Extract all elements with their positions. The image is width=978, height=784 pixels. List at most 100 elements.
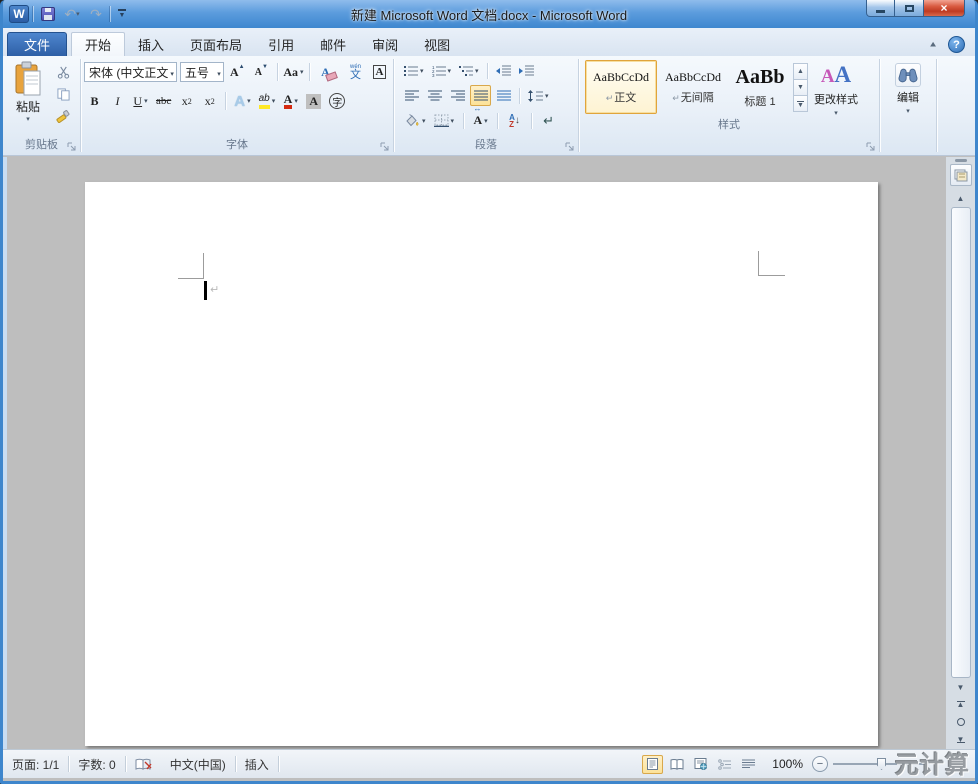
tab-file[interactable]: 文件 (7, 32, 68, 56)
line-spacing-button[interactable] (525, 85, 552, 106)
clear-formatting-icon: A (321, 64, 330, 79)
character-shading-icon: A (306, 93, 322, 109)
paragraph-dialog-launcher[interactable] (565, 142, 575, 152)
bullets-button[interactable] (401, 60, 427, 81)
subscript-button[interactable]: x2 (176, 91, 197, 112)
tab-references[interactable]: 引用 (255, 32, 307, 56)
minimize-icon (876, 9, 885, 13)
separator (309, 63, 311, 81)
sort-button[interactable]: AZ ↓ (504, 110, 525, 131)
gallery-down-button[interactable]: ▼ (793, 79, 808, 96)
help-button[interactable]: ? (948, 36, 965, 53)
format-painter-button[interactable] (52, 106, 74, 126)
change-case-icon: Aa (283, 64, 298, 79)
scrollbar-thumb[interactable] (950, 207, 971, 678)
style-name: ↵正文 (605, 91, 637, 104)
tab-mailings[interactable]: 邮件 (307, 32, 359, 56)
shrink-font-button[interactable]: A ▼ (251, 62, 272, 83)
select-browse-object-button[interactable] (950, 713, 972, 731)
tab-page-layout[interactable]: 页面布局 (177, 32, 255, 56)
view-print-layout-button[interactable] (642, 754, 664, 774)
editing-button[interactable]: 编辑 ▾ (883, 59, 933, 137)
align-center-icon (427, 90, 442, 101)
asian-layout-button[interactable]: A (470, 104, 491, 131)
font-size-combo[interactable]: 五号 (179, 62, 224, 82)
font-dialog-launcher[interactable] (380, 142, 390, 152)
watermark: 元计算 (895, 752, 970, 779)
align-right-button[interactable] (447, 85, 468, 106)
proofing-status[interactable] (126, 750, 161, 778)
style-heading1[interactable]: AaBb 标题 1 (729, 60, 791, 114)
ruler-toggle-button[interactable] (949, 164, 972, 186)
maximize-button[interactable] (895, 0, 923, 17)
multilevel-list-button[interactable] (456, 60, 482, 81)
show-marks-button[interactable]: ↵ (538, 110, 559, 131)
italic-button[interactable]: I (107, 91, 128, 112)
zoom-out-button[interactable]: − (812, 756, 828, 772)
tab-review[interactable]: 审阅 (359, 32, 411, 56)
scroll-down-button[interactable]: ▼ (950, 679, 972, 695)
previous-page-button[interactable]: ▲ (950, 695, 972, 713)
tab-view[interactable]: 视图 (411, 32, 463, 56)
character-border-button[interactable]: A (369, 62, 390, 83)
split-handle[interactable] (954, 159, 967, 162)
highlight-button[interactable]: ab (256, 91, 279, 112)
decrease-indent-button[interactable] (493, 60, 514, 81)
underline-button[interactable]: U (130, 91, 151, 112)
tab-home[interactable]: 开始 (71, 32, 126, 56)
superscript-button[interactable]: x2 (199, 91, 220, 112)
insert-mode[interactable]: 插入 (236, 750, 278, 778)
scroll-up-button[interactable]: ▲ (950, 190, 972, 206)
copy-button[interactable] (52, 84, 74, 104)
style-no-spacing[interactable]: AaBbCcDd ↵无间隔 (657, 60, 729, 114)
zoom-slider-handle[interactable] (877, 758, 886, 770)
view-draft-button[interactable] (738, 755, 759, 774)
strikethrough-button[interactable]: abc (153, 91, 174, 112)
increase-indent-button[interactable] (516, 60, 537, 81)
change-styles-button[interactable]: AA 更改样式 ▾ (810, 60, 862, 117)
shading-button[interactable] (401, 110, 429, 131)
phonetic-guide-button[interactable]: wén 文 (345, 62, 366, 83)
font-color-button[interactable]: A (280, 91, 301, 112)
zoom-level[interactable]: 100% (772, 757, 803, 771)
distribute-button[interactable] (493, 85, 514, 106)
borders-button[interactable] (431, 110, 458, 131)
enclose-characters-icon: 字 (329, 93, 346, 109)
language-status[interactable]: 中文(中国) (161, 750, 235, 778)
separator (519, 87, 520, 104)
window-title: 新建 Microsoft Word 文档.docx - Microsoft Wo… (350, 8, 628, 23)
bold-button[interactable]: B (84, 91, 105, 112)
gallery-up-button[interactable]: ▲ (793, 63, 808, 80)
print-layout-icon (647, 758, 659, 770)
document-page[interactable]: ↵ (85, 182, 878, 746)
view-web-layout-button[interactable] (690, 755, 711, 774)
cut-button[interactable] (52, 62, 74, 82)
text-effects-button[interactable]: A (231, 91, 253, 112)
clipboard-dialog-launcher[interactable] (67, 142, 77, 152)
align-left-button[interactable] (401, 85, 422, 106)
collapse-ribbon-icon[interactable]: ▲ (928, 40, 938, 49)
word-count[interactable]: 字数: 0 (69, 750, 124, 778)
numbering-button[interactable]: 123 (429, 60, 455, 81)
close-button[interactable]: × (923, 0, 965, 17)
styles-group: AaBbCcDd ↵正文 AaBbCcDd ↵无间隔 AaBb 标题 1 ▲ ▼… (579, 56, 879, 155)
minimize-button[interactable] (866, 0, 895, 17)
view-outline-button[interactable] (714, 755, 735, 774)
tab-insert[interactable]: 插入 (125, 32, 177, 56)
gallery-more-button[interactable]: ▼ (793, 95, 808, 112)
paint-bucket-icon (406, 114, 419, 127)
clear-formatting-button[interactable]: A (315, 62, 336, 83)
change-case-button[interactable]: Aa (283, 62, 305, 83)
justify-button[interactable] (470, 85, 491, 106)
page-count[interactable]: 页面: 1/1 (3, 750, 68, 778)
styles-dialog-launcher[interactable] (866, 142, 876, 152)
style-normal[interactable]: AaBbCcDd ↵正文 (585, 60, 657, 114)
align-center-button[interactable] (424, 85, 445, 106)
enclose-characters-button[interactable]: 字 (326, 91, 348, 112)
view-fullscreen-reading-button[interactable] (666, 755, 687, 774)
paste-button[interactable]: 粘贴 ▾ (6, 59, 50, 137)
grow-font-button[interactable]: A ▲ (227, 62, 248, 83)
font-name-combo[interactable]: 宋体 (中文正文 (84, 62, 177, 82)
character-shading-button[interactable]: A (303, 91, 324, 112)
paragraph-marks-icon: ↵ (543, 112, 554, 128)
